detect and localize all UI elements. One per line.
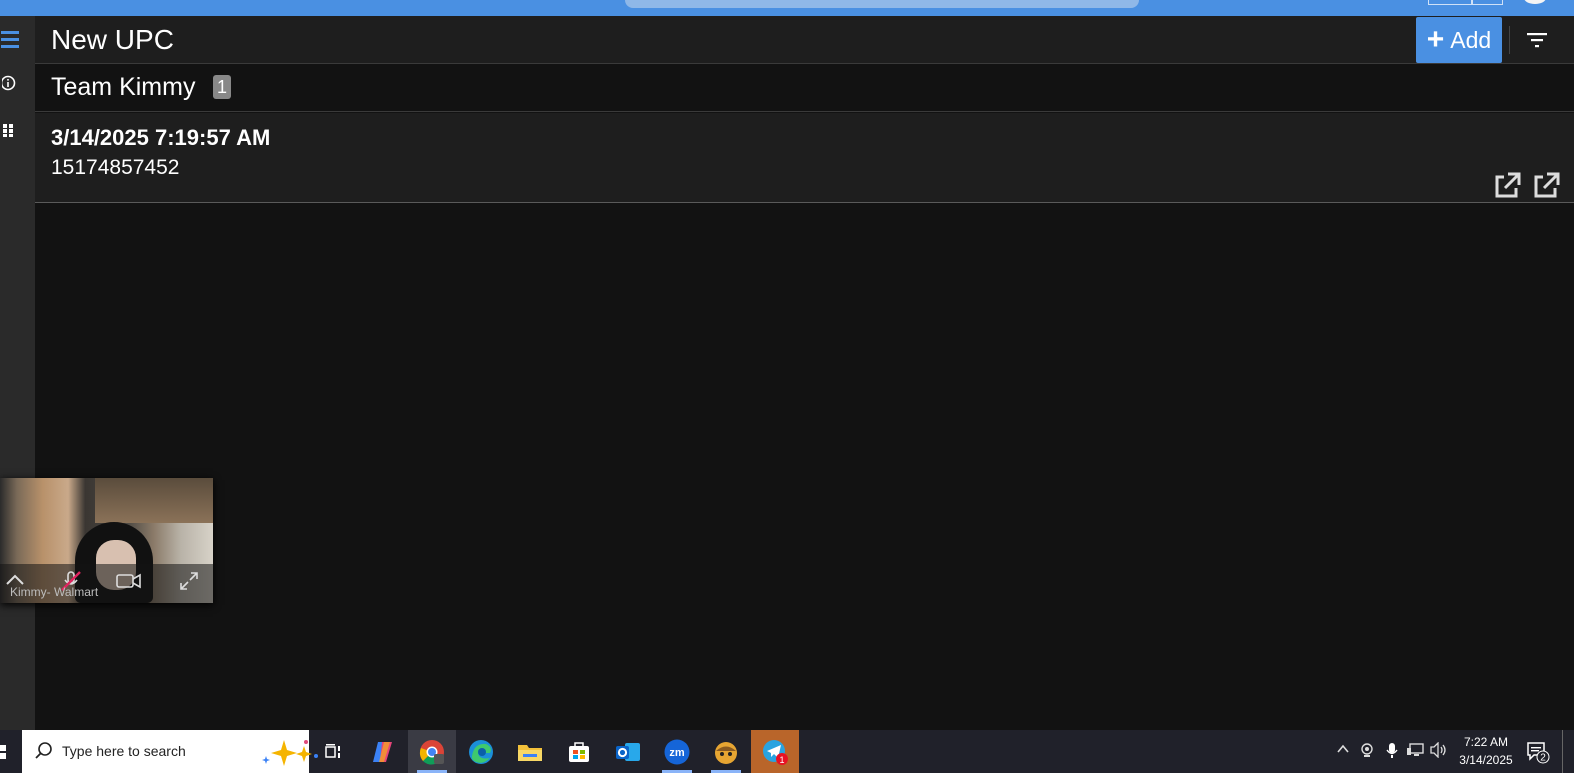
windows-taskbar: Type here to search zm 1 7:22 AM 3/14/20…: [0, 730, 1574, 773]
zoom-icon-label: zm: [669, 747, 685, 759]
apps-grid-icon[interactable]: [0, 119, 20, 141]
camera-icon[interactable]: [116, 570, 142, 592]
outlook-icon[interactable]: [604, 730, 652, 773]
page-title: New UPC: [51, 24, 174, 55]
record-timestamp: 3/14/2025 7:19:57 AM: [51, 125, 271, 150]
add-button-label: Add: [1450, 26, 1492, 53]
add-button[interactable]: + Add: [1416, 17, 1502, 63]
plus-icon: +: [1426, 23, 1445, 56]
copilot-icon[interactable]: [359, 730, 407, 773]
external-link-icon[interactable]: [1531, 170, 1561, 200]
video-thumbnail[interactable]: Kimmy- Walmart: [0, 478, 213, 603]
search-placeholder: Type here to search: [62, 743, 186, 759]
chevron-up-icon[interactable]: [1336, 742, 1350, 759]
list-item[interactable]: 3/14/2025 7:19:57 AM 15174857452: [35, 113, 1574, 203]
notification-count: 2: [1540, 753, 1546, 764]
menu-icon[interactable]: [0, 28, 20, 50]
show-desktop-button[interactable]: [1562, 730, 1563, 773]
zoom-icon[interactable]: zm: [653, 730, 701, 773]
game-icon[interactable]: [702, 730, 750, 773]
header-divider: [1509, 26, 1510, 54]
search-icon: [34, 741, 54, 766]
clock-time: 7:22 AM: [1463, 735, 1509, 749]
group-count-badge: 1: [213, 75, 231, 99]
browser-address-bar[interactable]: [625, 0, 1139, 8]
store-icon[interactable]: [555, 730, 603, 773]
clock-date: 3/14/2025: [1459, 753, 1513, 767]
file-explorer-icon[interactable]: [506, 730, 554, 773]
windows-icon[interactable]: [0, 742, 10, 762]
video-background: [95, 478, 213, 523]
taskbar-search-box[interactable]: Type here to search: [22, 730, 318, 773]
browser-top-bar: [0, 0, 1574, 16]
expand-icon[interactable]: [178, 570, 200, 592]
external-link-icon[interactable]: [1492, 170, 1522, 200]
group-header[interactable]: Team Kimmy 1: [35, 65, 1574, 112]
notification-icon[interactable]: 2: [1526, 740, 1550, 764]
chrome-icon[interactable]: [408, 730, 456, 773]
main-panel: New UPC + Add Team Kimmy 1 3/14/2025 7:1…: [35, 16, 1574, 730]
volume-icon[interactable]: [1430, 741, 1448, 761]
profile-avatar[interactable]: [1524, 0, 1546, 4]
record-upc: 15174857452: [51, 156, 180, 179]
group-title: Team Kimmy: [51, 73, 196, 101]
participant-name: Kimmy- Walmart: [10, 585, 99, 599]
filter-icon[interactable]: [1525, 28, 1549, 52]
window-control-button[interactable]: [1428, 0, 1472, 5]
telegram-badge: 1: [779, 755, 784, 765]
taskbar-clock[interactable]: 7:22 AM 3/14/2025: [1452, 733, 1520, 769]
edge-icon[interactable]: [457, 730, 505, 773]
page-header: New UPC + Add: [35, 16, 1574, 64]
network-icon[interactable]: [1407, 742, 1425, 761]
telegram-icon[interactable]: 1: [751, 730, 799, 773]
task-view-icon[interactable]: [310, 730, 358, 773]
info-icon[interactable]: [0, 72, 20, 94]
side-rail: [0, 16, 35, 730]
window-control-button[interactable]: [1472, 0, 1503, 5]
microphone-icon[interactable]: [1385, 742, 1399, 761]
camera-tray-icon[interactable]: [1360, 742, 1376, 761]
